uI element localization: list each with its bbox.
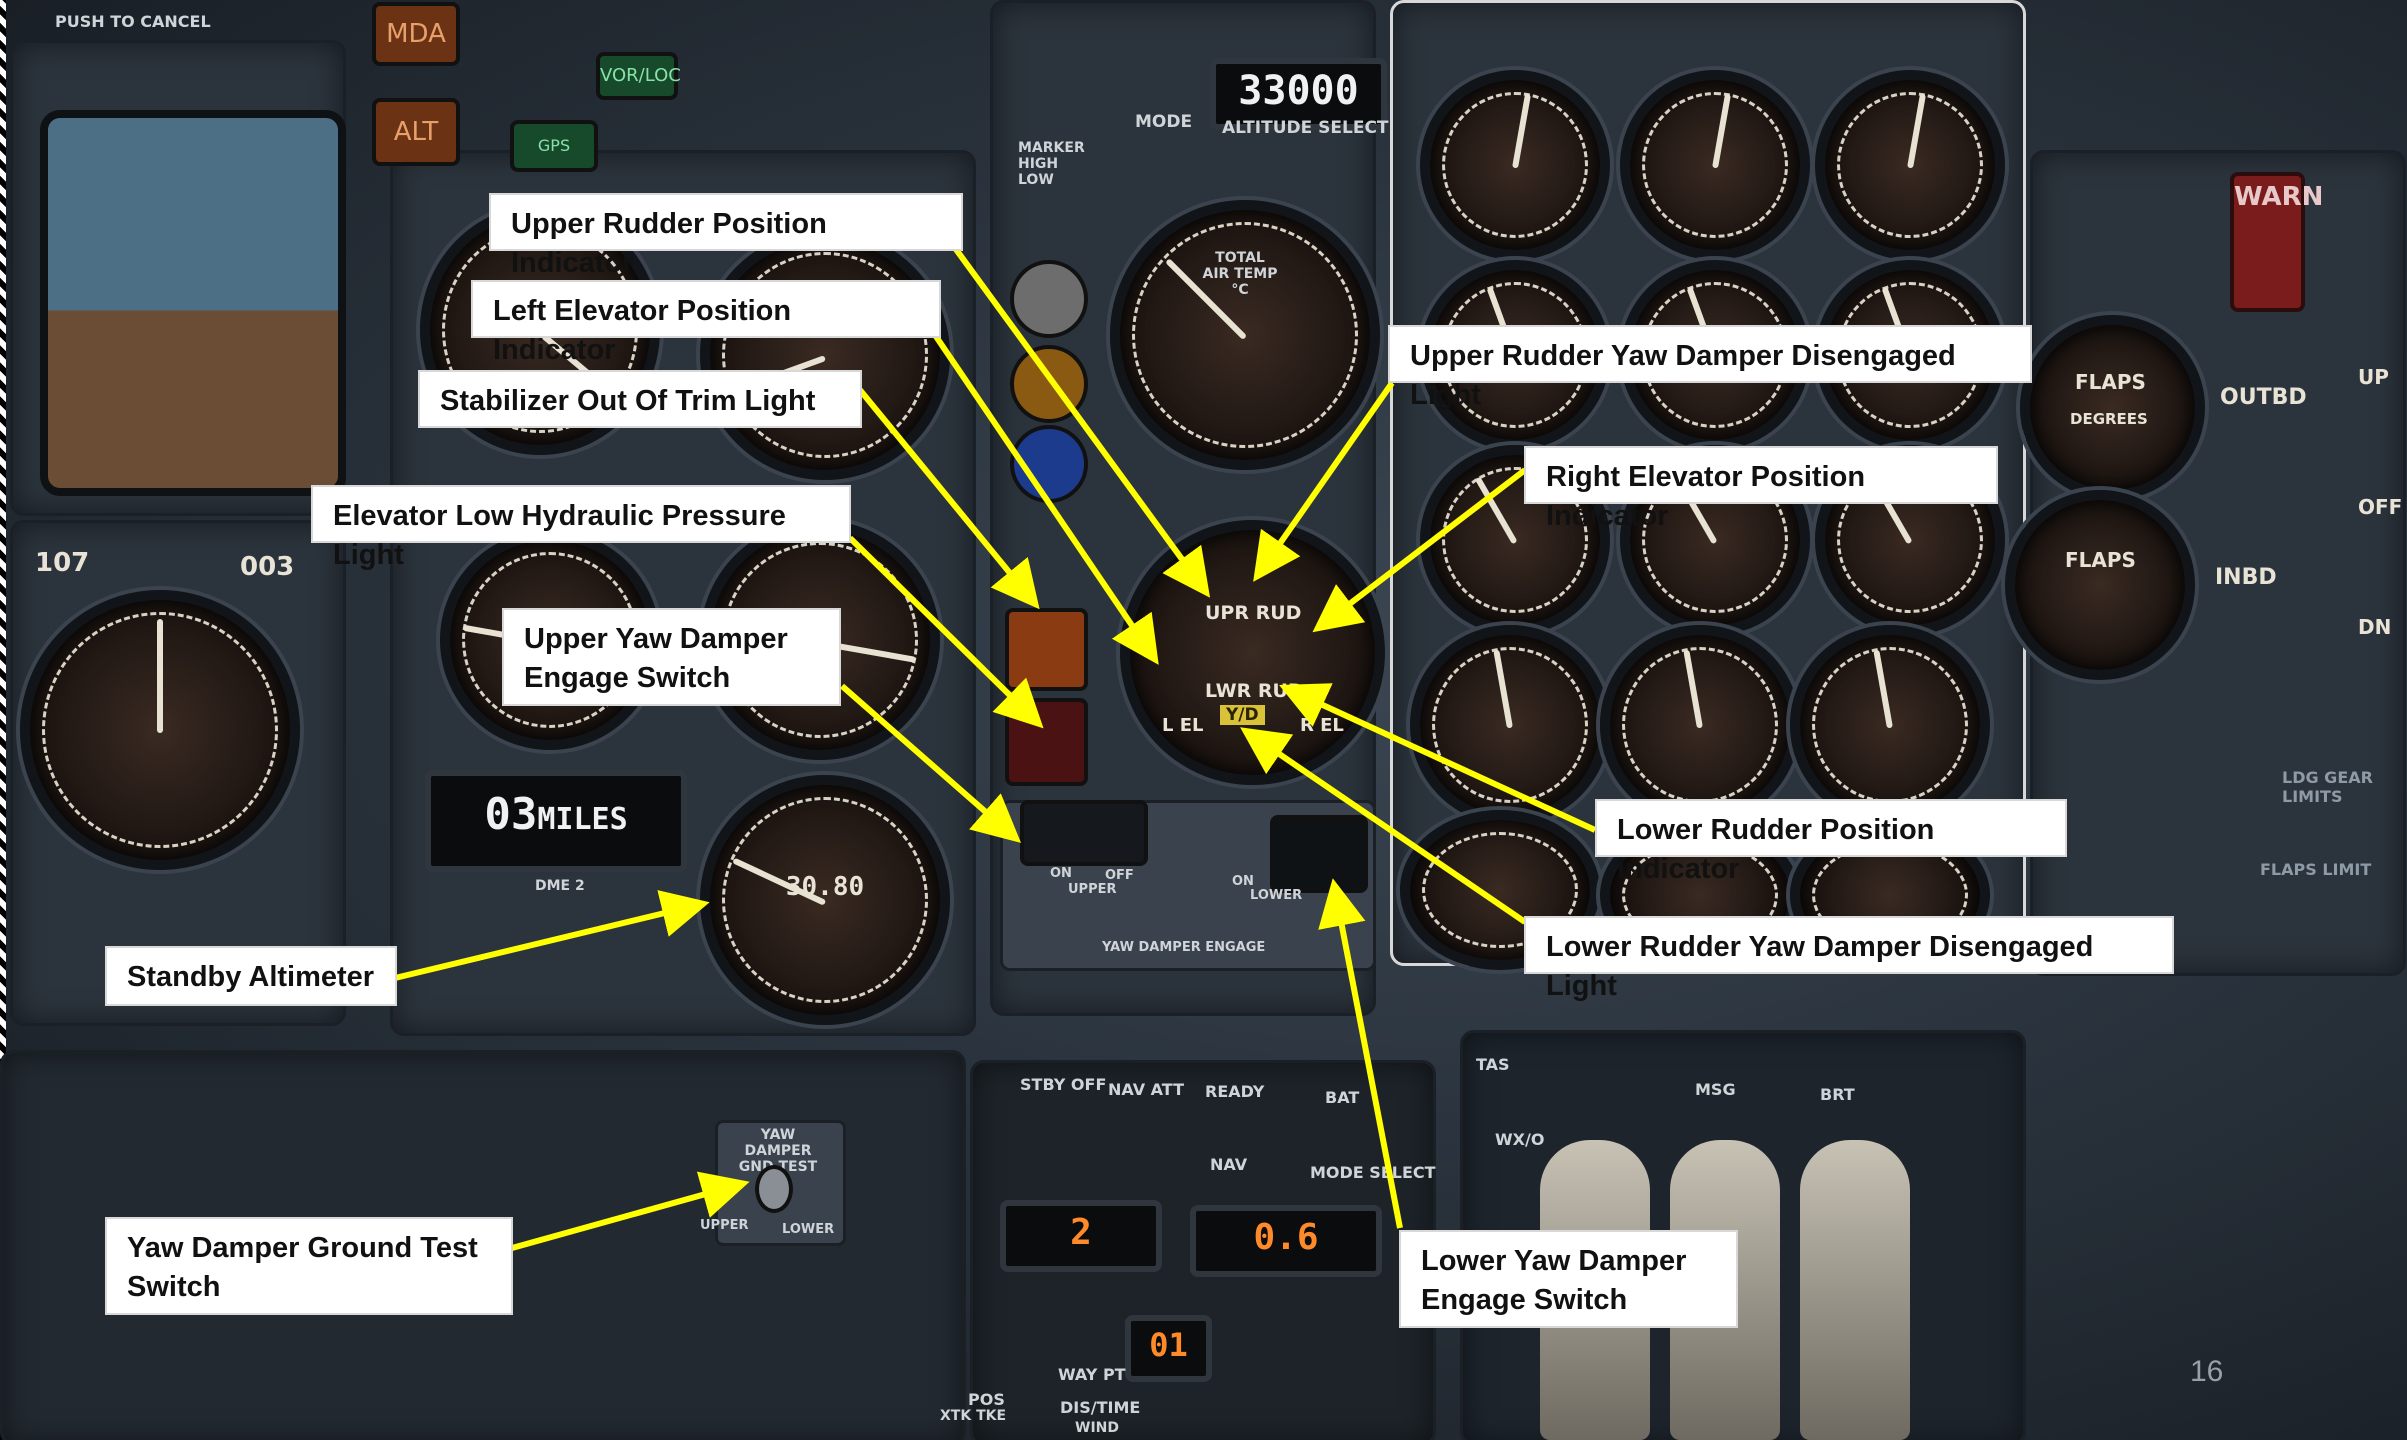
callout-lower-rudder-position-indicator: Lower Rudder Position Indicator [1595,799,2067,885]
callout-upper-yd-line2: Engage Switch [524,662,731,694]
arrow-stab-out-of-trim [857,388,1040,610]
callout-lower-rudder-yaw-damper-disengaged-light: Lower Rudder Yaw Damper Disengaged Light [1524,916,2174,1002]
callout-left-elevator-position-indicator: Left Elevator Position Indicator [471,280,941,366]
callout-upper-rudder-yaw-damper-disengaged-light: Upper Rudder Yaw Damper Disengaged Light [1388,325,2032,411]
callout-gnd-test-line1: Yaw Damper Ground Test [127,1232,478,1264]
callout-standby-altimeter: Standby Altimeter [105,946,397,1006]
callout-yaw-damper-ground-test-switch: Yaw Damper Ground Test Switch [105,1217,513,1315]
callout-elevator-low-hydraulic-pressure-light: Elevator Low Hydraulic Pressure Light [311,485,851,571]
arrow-left-elevator-position [932,333,1159,665]
arrow-standby-altimeter [394,890,710,981]
arrow-right-elevator-position [1312,467,1527,633]
callout-right-elevator-position-indicator: Right Elevator Position Indicator [1524,446,1998,532]
callout-lower-yaw-damper-engage-switch: Lower Yaw Damper Engage Switch [1399,1230,1738,1328]
arrow-lower-rudder-position [1279,683,1597,833]
page-number: 16 [2190,1355,2224,1388]
callout-upper-yd-line1: Upper Yaw Damper [524,623,788,655]
callout-gnd-test-line2: Switch [127,1271,221,1303]
arrow-upper-yd-disengaged [1253,381,1395,582]
callout-stabilizer-out-of-trim-light: Stabilizer Out Of Trim Light [418,370,862,428]
callout-upper-yaw-damper-engage-switch: Upper Yaw Damper Engage Switch [502,608,841,706]
callout-lower-yd-line1: Lower Yaw Damper [1421,1245,1687,1277]
callout-upper-rudder-position-indicator: Upper Rudder Position Indicator [489,193,963,279]
cockpit-screenshot: PUSH TO CANCEL MDA ALT GPS VOR/LOC 107 0… [0,0,2407,1440]
arrow-lower-yd-disengaged [1240,727,1527,925]
arrow-upper-yd-engage [840,683,1022,843]
arrow-lower-yd-engage [1318,878,1403,1229]
callout-lower-yd-line2: Engage Switch [1421,1284,1628,1316]
arrow-gnd-test [511,1171,750,1251]
